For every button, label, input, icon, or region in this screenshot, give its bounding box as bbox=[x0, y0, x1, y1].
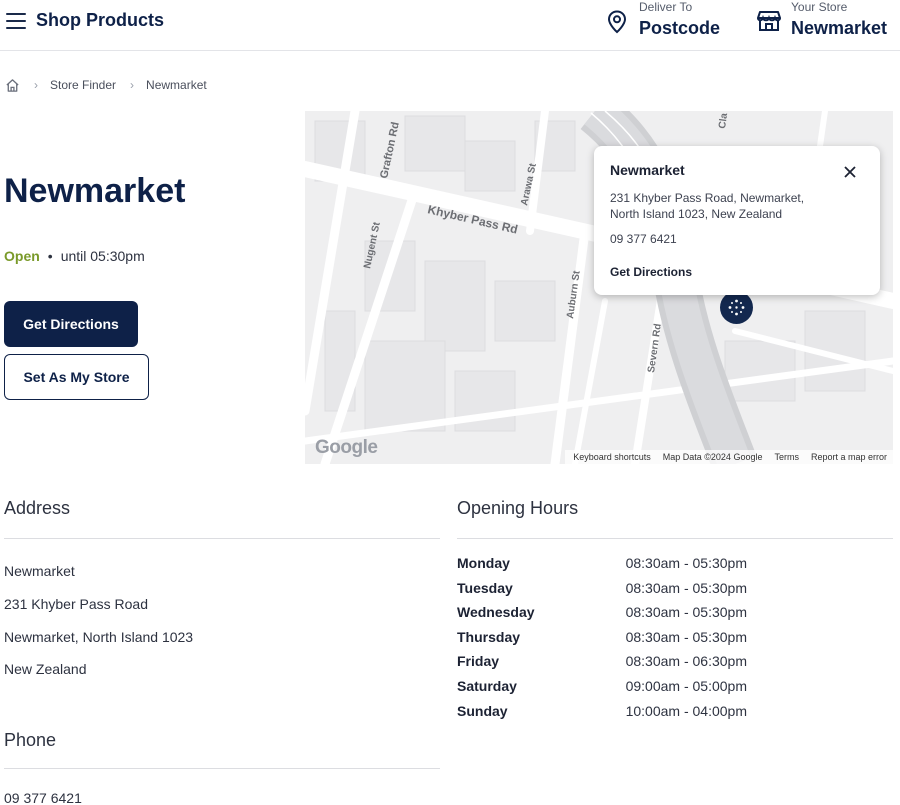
divider bbox=[4, 538, 440, 539]
hours-day: Tuesday bbox=[457, 579, 513, 596]
breadcrumb-current: Newmarket bbox=[146, 78, 207, 92]
hours-row: Wednesday 08:30am - 05:30pm bbox=[457, 604, 757, 622]
set-as-my-store-button[interactable]: Set As My Store bbox=[4, 354, 149, 400]
hours-row: Sunday 10:00am - 04:00pm bbox=[457, 703, 757, 721]
popup-title: Newmarket bbox=[610, 162, 685, 178]
store-map-marker[interactable] bbox=[720, 291, 753, 324]
chevron-right-icon: › bbox=[34, 78, 38, 92]
address-line: Newmarket bbox=[4, 563, 75, 579]
hours-time: 09:00am - 05:00pm bbox=[625, 678, 747, 694]
popup-get-directions-link[interactable]: Get Directions bbox=[610, 265, 692, 279]
breadcrumb-store-finder[interactable]: Store Finder bbox=[50, 78, 116, 92]
your-store-selector[interactable]: Your Store Newmarket bbox=[757, 0, 900, 50]
divider bbox=[457, 538, 893, 539]
hours-day: Saturday bbox=[457, 678, 517, 694]
site-header: Shop Products Deliver To Postcode Your S… bbox=[0, 0, 900, 51]
address-line: Newmarket, North Island 1023 bbox=[4, 629, 194, 645]
hours-row: Friday 08:30am - 06:30pm bbox=[457, 653, 757, 671]
hours-row: Thursday 08:30am - 05:30pm bbox=[457, 629, 757, 647]
hours-row: Tuesday 08:30am - 05:30pm bbox=[457, 580, 757, 598]
opening-hours-heading: Opening Hours bbox=[457, 498, 579, 518]
hours-row: Saturday 09:00am - 05:00pm bbox=[457, 678, 757, 696]
your-store-label: Your Store bbox=[791, 0, 848, 14]
hours-day: Friday bbox=[457, 653, 500, 670]
hours-day: Thursday bbox=[457, 628, 521, 645]
hours-day: Wednesday bbox=[457, 604, 535, 621]
hours-time: 08:30am - 05:30pm bbox=[625, 604, 747, 621]
sparkle-icon bbox=[728, 299, 745, 316]
popup-phone: 09 377 6421 bbox=[610, 232, 677, 246]
separator-dot: • bbox=[47, 248, 53, 264]
hours-day: Monday bbox=[457, 555, 510, 571]
hours-time: 10:00am - 04:00pm bbox=[625, 702, 747, 719]
hours-time: 08:30am - 05:30pm bbox=[625, 579, 747, 596]
popup-address-line: North Island 1023, New Zealand bbox=[610, 207, 783, 221]
address-line: 231 Khyber Pass Road bbox=[4, 596, 148, 612]
get-directions-button[interactable]: Get Directions bbox=[4, 301, 138, 347]
hours-time: 08:30am - 05:30pm bbox=[625, 628, 747, 645]
storefront-icon bbox=[757, 11, 781, 31]
address-line: New Zealand bbox=[4, 661, 87, 677]
report-map-error-link[interactable]: Report a map error bbox=[811, 452, 887, 462]
address-heading: Address bbox=[4, 498, 71, 518]
chevron-right-icon: › bbox=[130, 78, 135, 92]
deliver-to-selector[interactable]: Deliver To Postcode bbox=[607, 0, 737, 50]
map-data-attribution: Map Data ©2024 Google bbox=[662, 452, 763, 462]
hours-day: Sunday bbox=[457, 702, 508, 719]
phone-number[interactable]: 09 377 6421 bbox=[4, 790, 82, 805]
popup-address: 231 Khyber Pass Road, Newmarket, North I… bbox=[610, 190, 850, 222]
deliver-postcode-value: Postcode bbox=[639, 18, 721, 38]
open-until-text: until 05:30pm bbox=[60, 248, 145, 264]
divider bbox=[4, 768, 440, 769]
shop-products-link[interactable]: Shop Products bbox=[36, 10, 164, 31]
terms-link[interactable]: Terms bbox=[774, 452, 799, 462]
hamburger-menu-icon[interactable] bbox=[6, 13, 26, 29]
hours-time: 08:30am - 05:30pm bbox=[625, 555, 747, 571]
keyboard-shortcuts-link[interactable]: Keyboard shortcuts bbox=[573, 452, 651, 462]
google-logo: Google bbox=[315, 437, 378, 458]
hours-row: Monday 08:30am - 05:30pm bbox=[457, 555, 757, 573]
close-icon[interactable] bbox=[842, 164, 858, 180]
store-map[interactable]: Grafton Rd Khyber Pass Rd Arawa St Nugen… bbox=[305, 111, 893, 464]
breadcrumb: › Store Finder › Newmarket bbox=[5, 76, 207, 94]
map-footer: Keyboard shortcuts Map Data ©2024 Google… bbox=[565, 450, 893, 464]
open-status-badge: Open bbox=[4, 248, 40, 264]
page-title: Newmarket bbox=[4, 172, 186, 210]
popup-address-line: 231 Khyber Pass Road, Newmarket, bbox=[610, 191, 805, 205]
hours-time: 08:30am - 06:30pm bbox=[625, 653, 747, 670]
street-label: Cla bbox=[717, 112, 730, 129]
map-info-popup: Newmarket 231 Khyber Pass Road, Newmarke… bbox=[594, 146, 880, 295]
your-store-value: Newmarket bbox=[791, 18, 888, 38]
home-icon[interactable] bbox=[5, 78, 20, 93]
phone-heading: Phone bbox=[4, 730, 57, 750]
deliver-to-label: Deliver To bbox=[639, 0, 693, 14]
location-pin-icon bbox=[607, 10, 627, 34]
store-status: Open • until 05:30pm bbox=[4, 248, 145, 264]
